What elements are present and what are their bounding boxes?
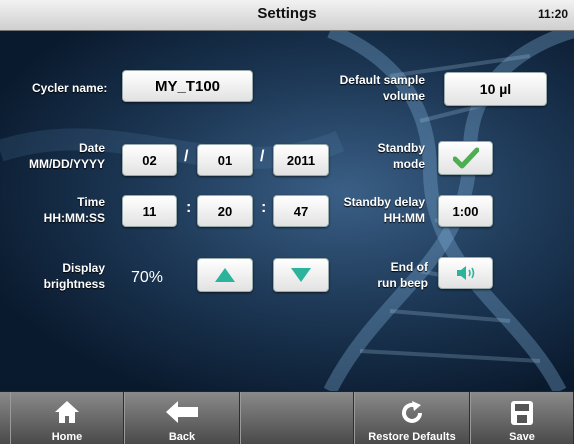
sample-volume-field[interactable]: 10 µl (444, 72, 547, 106)
time-label-line2: HH:MM:SS (43, 211, 105, 225)
brightness-label-line1: Display (62, 261, 105, 275)
restore-defaults-button[interactable]: Restore Defaults (354, 392, 470, 444)
save-button-label: Save (509, 431, 535, 443)
standby-delay-field[interactable]: 1:00 (438, 195, 493, 227)
home-button[interactable]: Home (10, 392, 124, 444)
brightness-value: 70% (131, 269, 164, 286)
time-hours-field[interactable]: 11 (122, 195, 177, 227)
save-button[interactable]: Save (470, 392, 574, 444)
date-year-field[interactable]: 2011 (273, 144, 329, 176)
standby-mode-label-line1: Standby (377, 141, 425, 155)
time-separator: : (261, 199, 267, 216)
brightness-up-button[interactable] (197, 258, 253, 292)
bottom-toolbar: Home Back Restore Defaults Save (0, 391, 574, 444)
arrow-up-icon (215, 268, 235, 282)
time-label: Time HH:MM:SS (10, 194, 105, 226)
refresh-icon (402, 401, 422, 423)
run-beep-label-line2: run beep (377, 276, 428, 290)
restore-defaults-label: Restore Defaults (368, 431, 456, 443)
back-button-label: Back (168, 431, 196, 443)
home-button-label: Home (51, 431, 83, 443)
date-day-field[interactable]: 01 (197, 144, 253, 176)
time-seconds-field[interactable]: 47 (273, 195, 329, 227)
date-separator: / (260, 148, 265, 165)
save-disk-icon (511, 401, 533, 425)
date-month-field[interactable]: 02 (122, 144, 177, 176)
sample-volume-label-line2: volume (382, 89, 425, 103)
time-separator: : (186, 199, 192, 216)
back-button[interactable]: Back (124, 392, 240, 444)
page-title: Settings (257, 5, 317, 22)
sample-volume-label-line1: Default sample (339, 73, 425, 87)
run-beep-toggle[interactable] (438, 257, 493, 289)
checkmark-icon (452, 147, 479, 169)
time-label-line1: Time (77, 195, 105, 209)
standby-delay-label-line1: Standby delay (343, 195, 425, 209)
arrow-down-icon (291, 268, 311, 282)
run-beep-label-line1: End of (390, 260, 428, 274)
title-bar: Settings 11:20 (0, 0, 574, 31)
date-separator: / (184, 148, 189, 165)
brightness-down-button[interactable] (273, 258, 329, 292)
brightness-label-line2: brightness (43, 277, 105, 291)
settings-panel: Cycler name: MY_T100 Default sample volu… (0, 31, 574, 391)
standby-mode-label: Standby mode (330, 140, 425, 172)
speaker-icon (456, 266, 474, 280)
back-arrow-icon (166, 401, 198, 423)
date-label: Date MM/DD/YYYY (10, 140, 105, 172)
cycler-name-field[interactable]: MY_T100 (122, 70, 253, 102)
cycler-name-label: Cycler name: (32, 81, 108, 95)
date-label-line1: Date (78, 141, 105, 155)
standby-mode-toggle[interactable] (438, 141, 493, 175)
clock: 11:20 (537, 7, 568, 21)
time-minutes-field[interactable]: 20 (197, 195, 253, 227)
date-label-line2: MM/DD/YYYY (28, 157, 105, 171)
brightness-label: Display brightness (10, 260, 105, 292)
sample-volume-label: Default sample volume (320, 72, 425, 104)
empty-toolbar-slot (240, 392, 354, 444)
home-icon (55, 401, 79, 423)
standby-delay-label: Standby delay HH:MM (330, 194, 425, 226)
standby-delay-label-line2: HH:MM (383, 211, 425, 225)
run-beep-label: End of run beep (330, 259, 428, 291)
standby-mode-label-line2: mode (392, 157, 425, 171)
